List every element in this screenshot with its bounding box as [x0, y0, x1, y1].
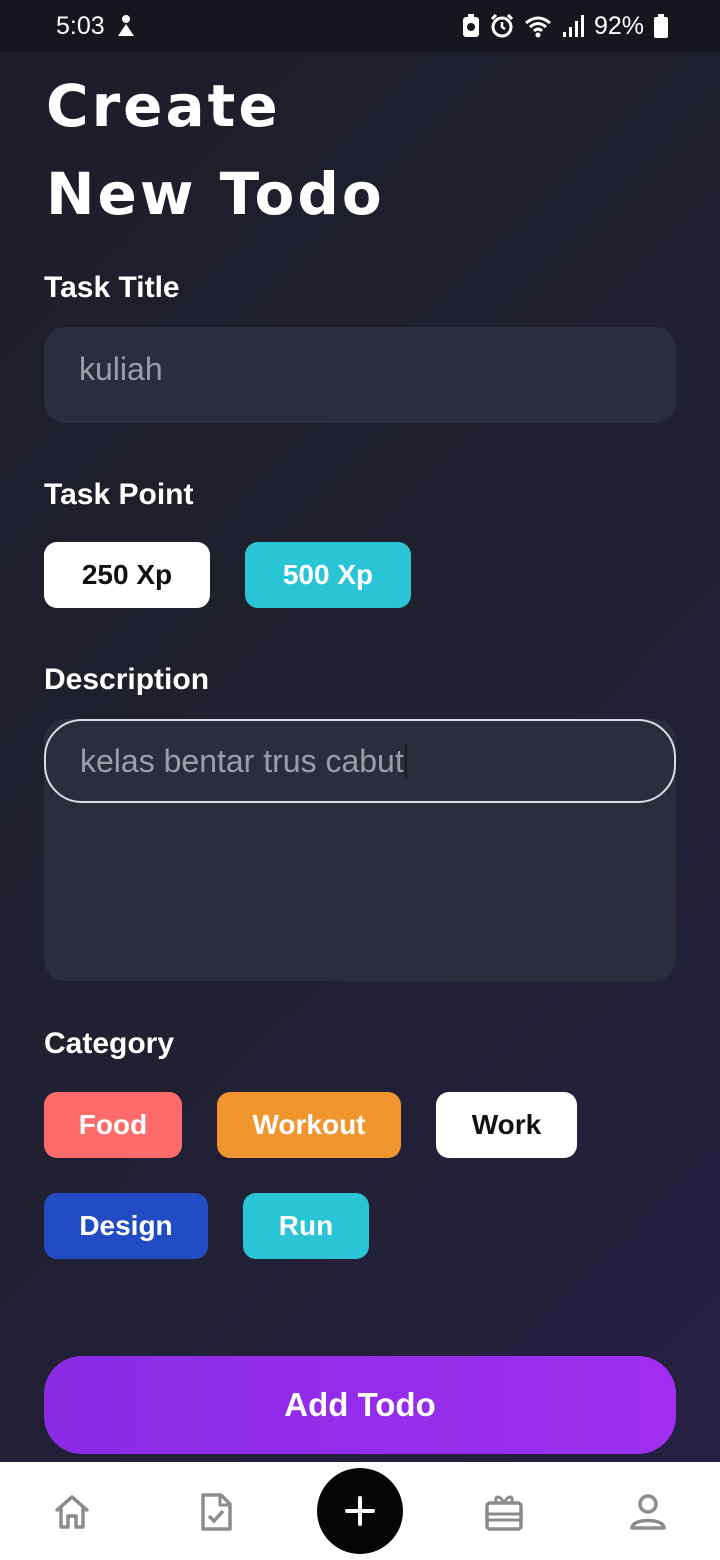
- category-chip-food[interactable]: Food: [44, 1092, 182, 1158]
- text-caret: [404, 744, 407, 778]
- point-chip-250[interactable]: 250 Xp: [44, 542, 210, 608]
- status-right: 92%: [462, 12, 668, 41]
- point-chip-500[interactable]: 500 Xp: [245, 542, 411, 608]
- status-left: 5:03: [56, 12, 137, 41]
- bottom-nav: [0, 1462, 720, 1560]
- task-title-label: Task Title: [44, 271, 180, 304]
- battery-saver-icon: [462, 14, 480, 38]
- category-chip-label: Work: [471, 1109, 542, 1140]
- wifi-icon: [524, 14, 552, 38]
- task-title-value: kuliah: [79, 351, 163, 387]
- category-label: Category: [44, 1027, 175, 1060]
- battery-icon: [654, 14, 668, 38]
- description-label: Description: [44, 663, 210, 696]
- add-todo-button[interactable]: Add Todo: [44, 1356, 676, 1454]
- person-icon: [115, 14, 137, 38]
- task-title-input[interactable]: kuliah: [44, 327, 676, 423]
- point-chip-label: 250 Xp: [81, 559, 173, 590]
- page-title-line1: Create: [46, 72, 281, 140]
- status-time: 5:03: [56, 11, 105, 40]
- battery-percent: 92%: [593, 11, 644, 40]
- page-title: Create New Todo: [46, 62, 385, 238]
- point-chip-label: 500 Xp: [282, 559, 374, 590]
- description-input[interactable]: kelas bentar trus cabut: [44, 719, 676, 803]
- category-chip-label: Design: [79, 1210, 173, 1241]
- alarm-icon: [490, 14, 514, 38]
- description-value: kelas bentar trus cabut: [80, 742, 404, 779]
- category-chip-run[interactable]: Run: [243, 1193, 369, 1259]
- category-chip-label: Workout: [252, 1109, 366, 1140]
- add-todo-label: Add Todo: [284, 1386, 436, 1423]
- category-chip-work[interactable]: Work: [436, 1092, 577, 1158]
- category-chip-workout[interactable]: Workout: [217, 1092, 401, 1158]
- task-icon[interactable]: [196, 1492, 236, 1532]
- category-chip-design[interactable]: Design: [44, 1193, 208, 1259]
- add-icon[interactable]: [317, 1468, 403, 1554]
- home-icon[interactable]: [52, 1492, 92, 1532]
- reward-icon[interactable]: [484, 1492, 524, 1532]
- profile-icon[interactable]: [628, 1492, 668, 1532]
- category-chip-label: Food: [78, 1109, 148, 1140]
- status-bar: 5:03 92%: [0, 0, 720, 52]
- task-point-label: Task Point: [44, 478, 194, 511]
- signal-icon: [562, 14, 584, 38]
- category-chip-label: Run: [278, 1210, 334, 1241]
- page-title-line2: New Todo: [46, 160, 385, 228]
